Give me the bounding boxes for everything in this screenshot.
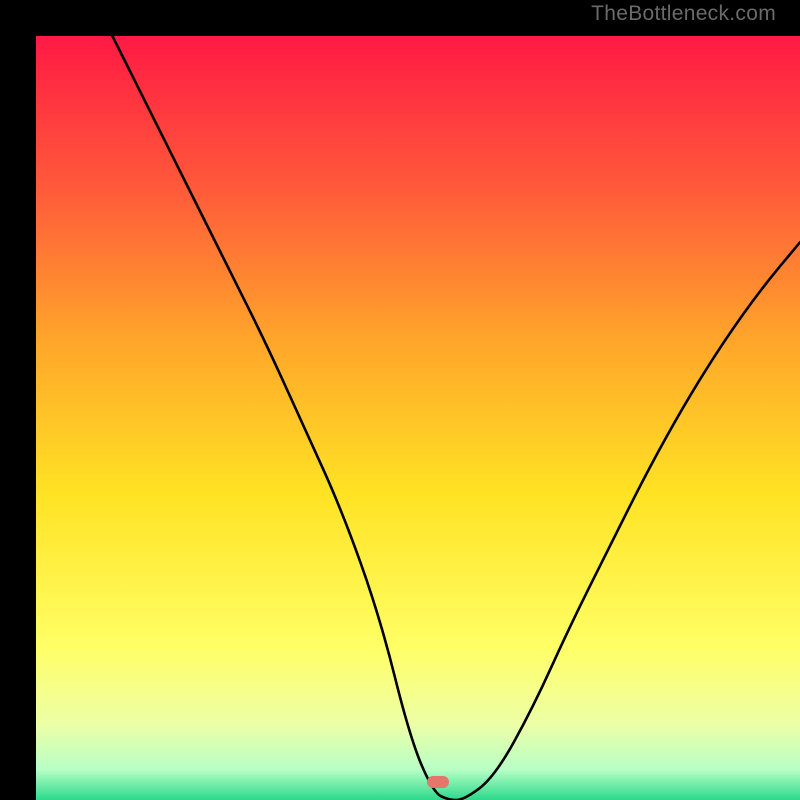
plot-svg [36,36,800,800]
optimal-marker [427,776,449,788]
plot-area [36,36,800,800]
watermark-text: TheBottleneck.com [591,2,776,26]
gradient-background [36,36,800,800]
chart-frame [18,18,782,782]
